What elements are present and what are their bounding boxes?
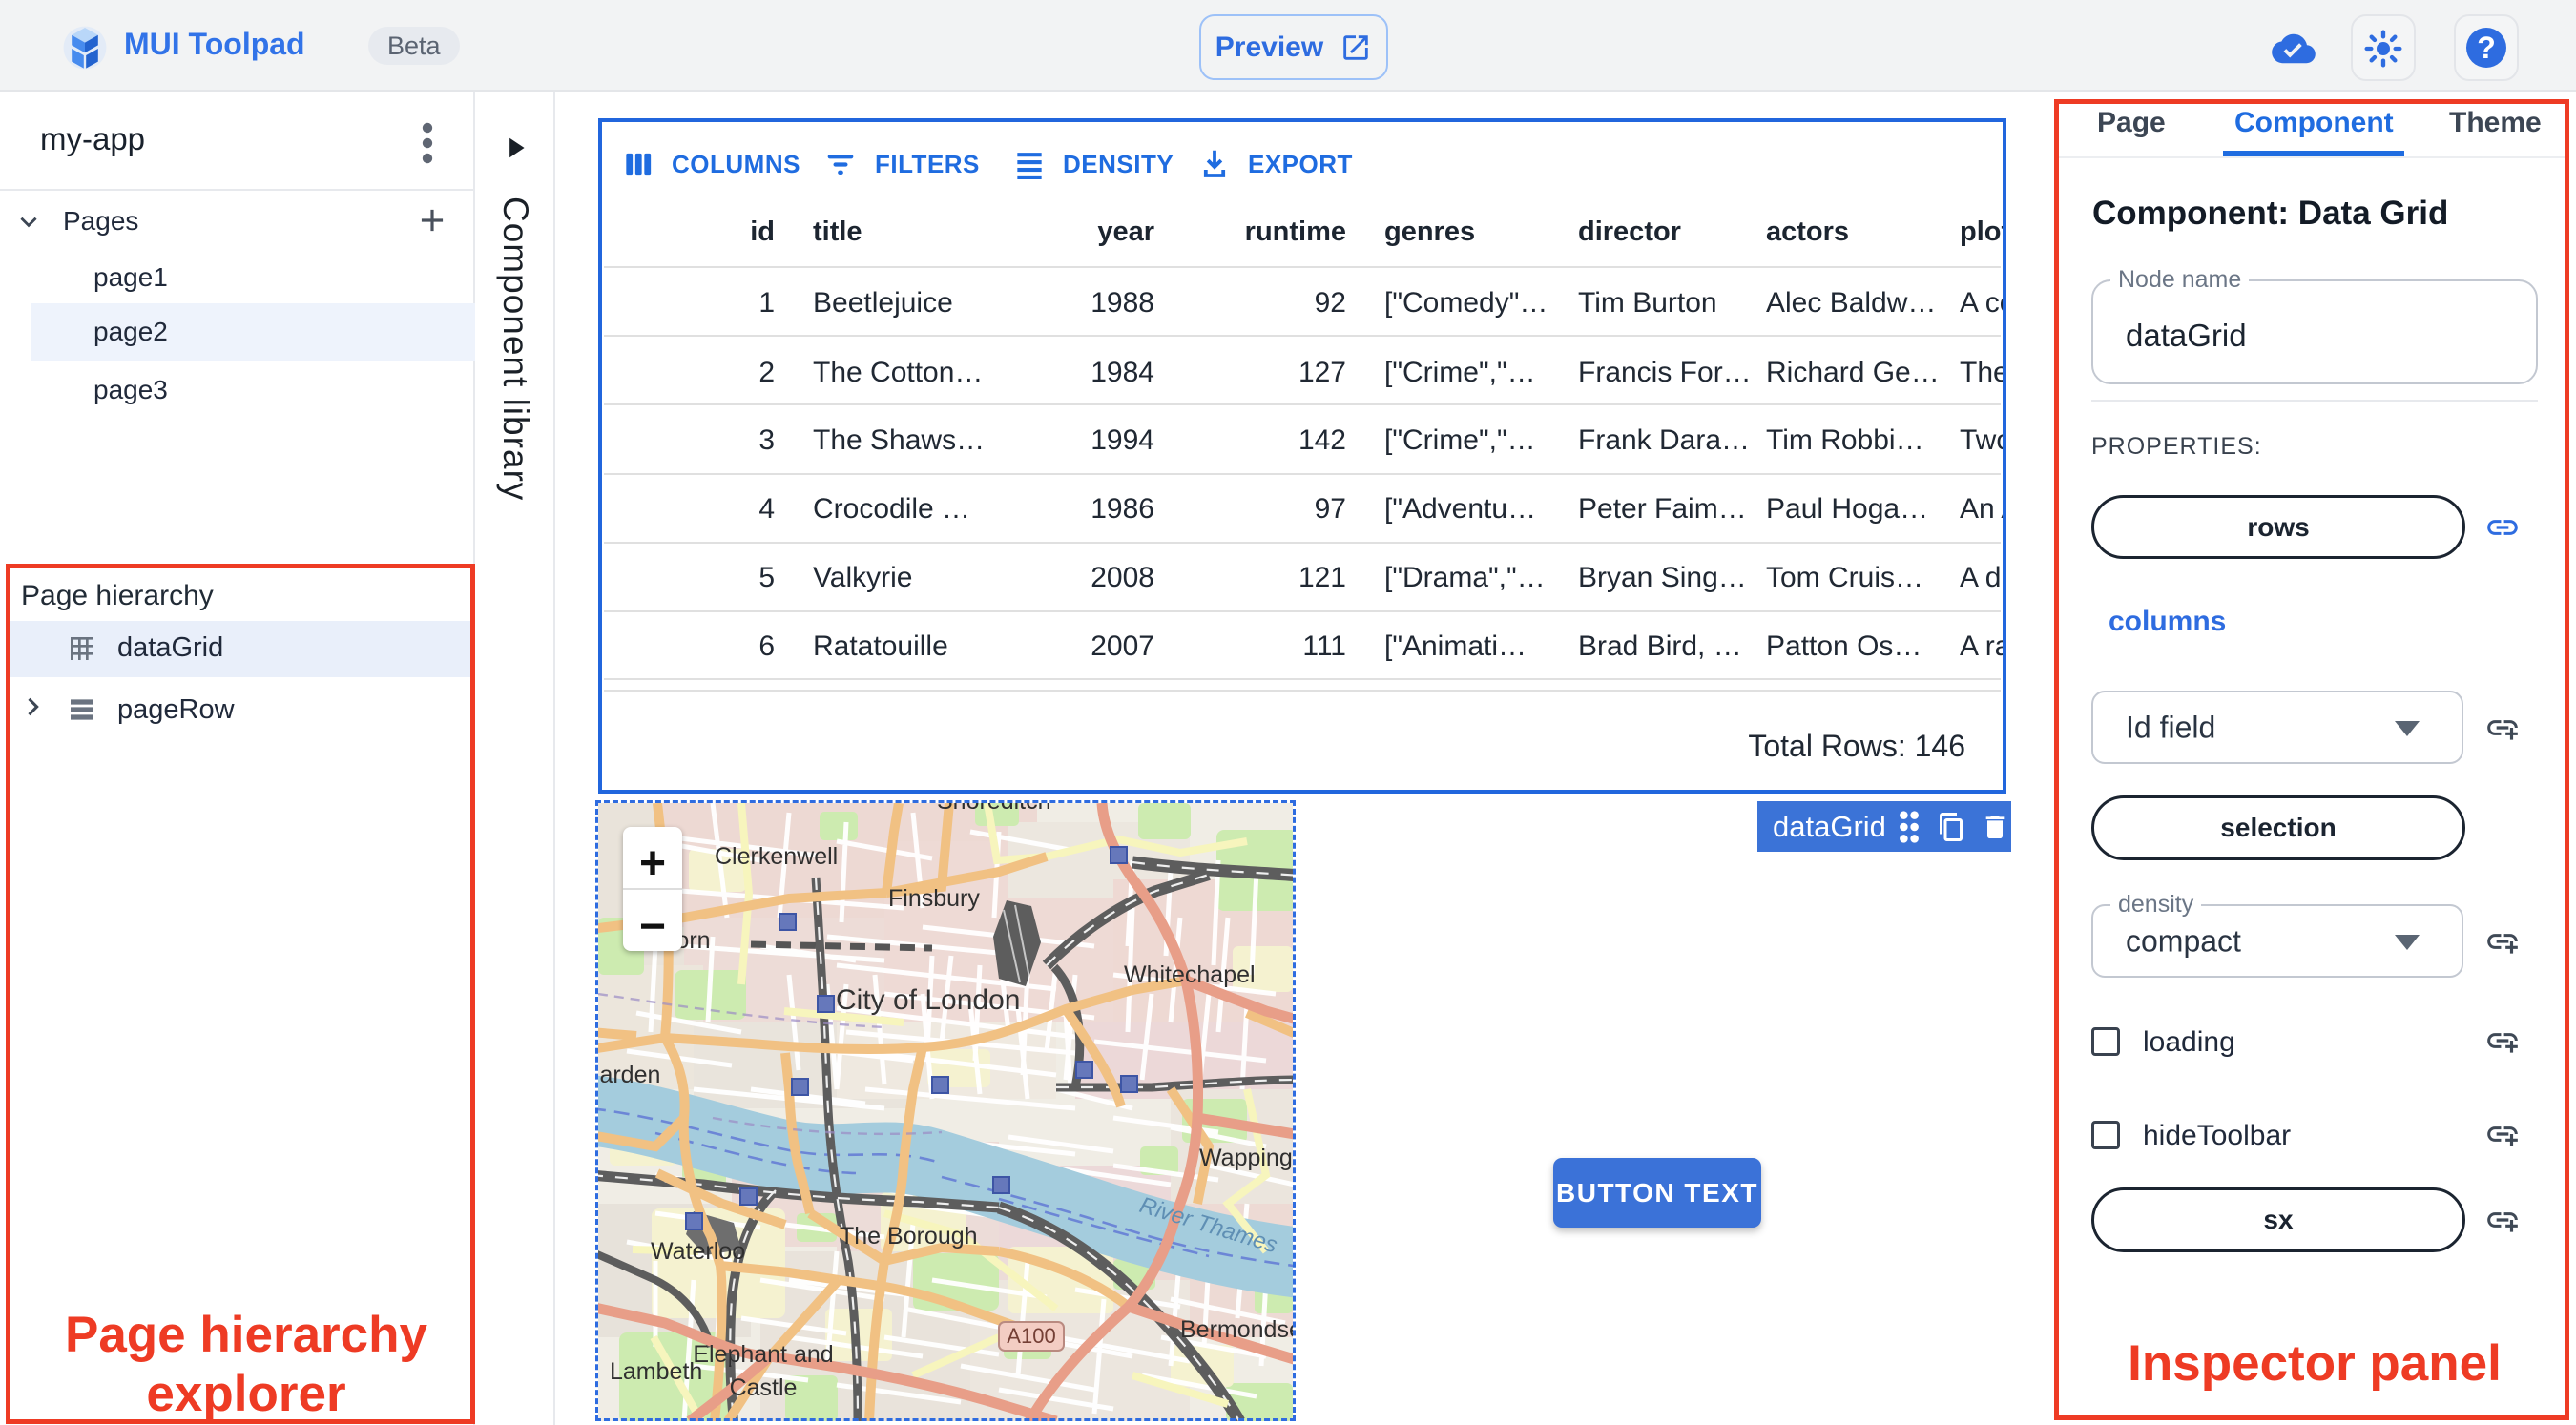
svg-text:A100: A100 — [1007, 1324, 1055, 1348]
svg-text:Lambeth: Lambeth — [610, 1358, 702, 1385]
svg-text:Finsbury: Finsbury — [888, 885, 980, 912]
svg-text:Whitechapel: Whitechapel — [1124, 961, 1256, 988]
svg-text:The Borough: The Borough — [840, 1223, 978, 1249]
svg-text:Bermondsey: Bermondsey — [1180, 1316, 1293, 1343]
svg-text:Castle: Castle — [730, 1374, 798, 1401]
svg-text:Clerkenwell: Clerkenwell — [715, 843, 838, 870]
svg-text:Garden: Garden — [598, 1062, 660, 1088]
svg-text:Wapping: Wapping — [1199, 1145, 1293, 1171]
svg-text:Shoreditch: Shoreditch — [937, 803, 1051, 815]
svg-text:City of London: City of London — [836, 984, 1020, 1016]
svg-text:Elephant and: Elephant and — [693, 1341, 833, 1368]
svg-text:Waterloo: Waterloo — [651, 1238, 745, 1265]
